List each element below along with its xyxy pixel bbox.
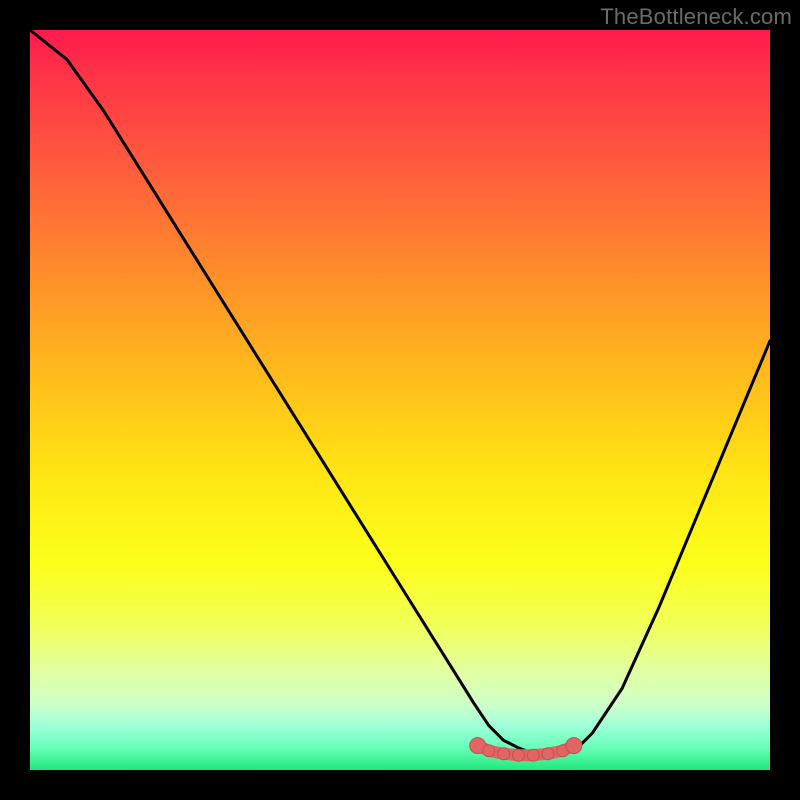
bottleneck-curve-line [30, 30, 770, 755]
optimal-range-marker [527, 749, 539, 761]
optimal-range-marker [498, 748, 510, 760]
chart-svg [30, 30, 770, 770]
optimal-range-markers [470, 738, 582, 762]
optimal-range-marker [483, 745, 495, 757]
optimal-range-marker [512, 749, 524, 761]
chart-frame: TheBottleneck.com [0, 0, 800, 800]
watermark-text: TheBottleneck.com [600, 4, 792, 30]
optimal-range-marker [566, 738, 582, 754]
chart-plot-area [30, 30, 770, 770]
optimal-range-marker [542, 748, 554, 760]
